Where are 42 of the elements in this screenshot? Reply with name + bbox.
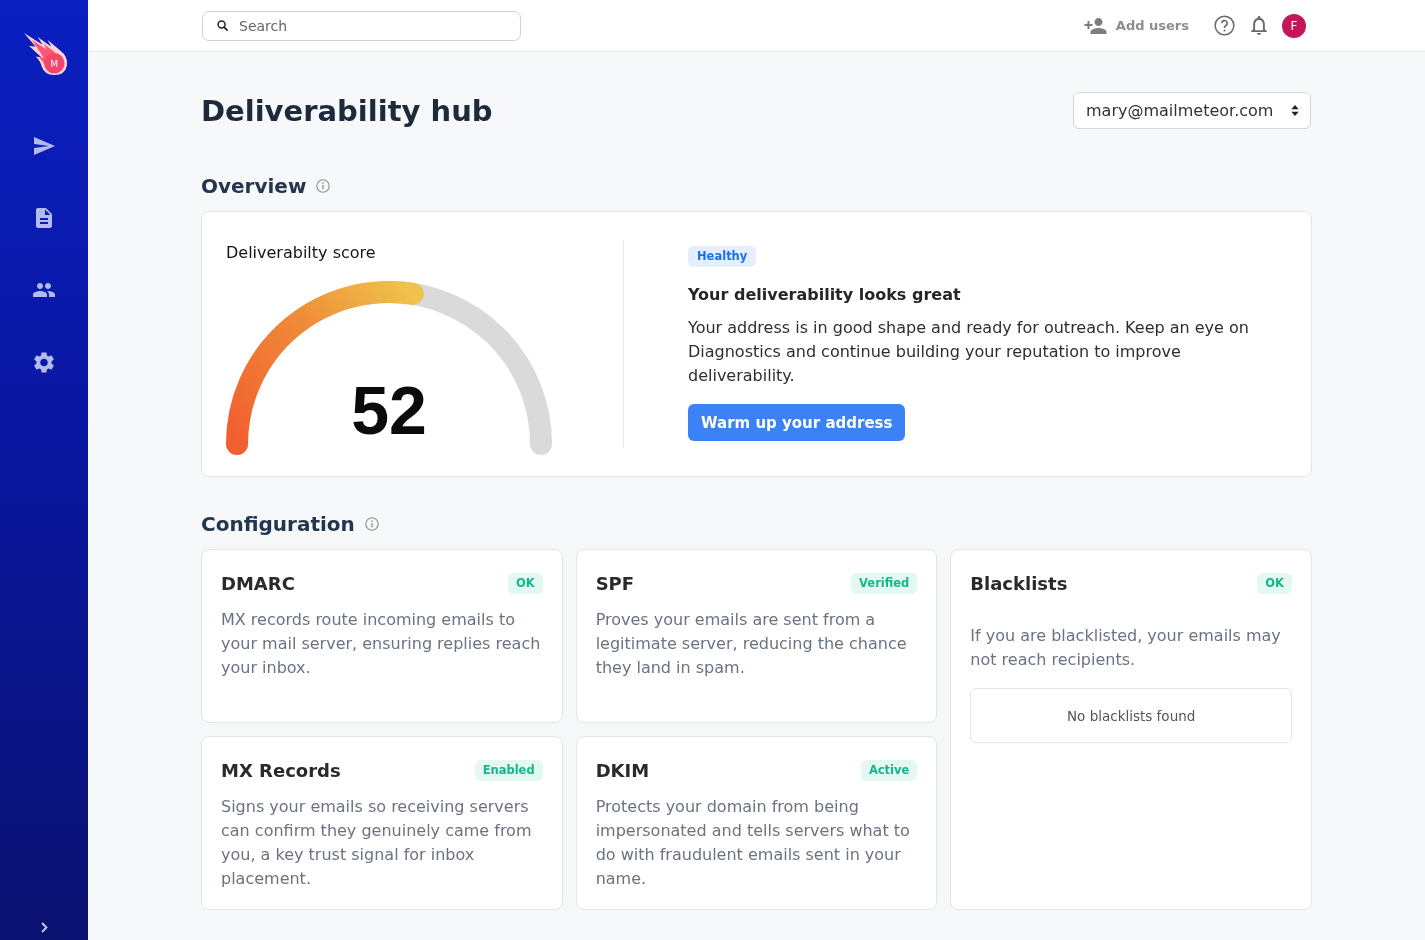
add-users-button[interactable]: Add users <box>1083 17 1189 34</box>
up-down-caret-icon <box>1291 105 1299 116</box>
card-title: DKIM <box>595 759 650 781</box>
search-field[interactable]: Search <box>202 10 521 41</box>
account-select[interactable]: mary@mailmeteor.com <box>1073 92 1311 129</box>
user-avatar[interactable]: F <box>1282 13 1306 38</box>
person-plus-icon <box>1083 17 1107 34</box>
overview-headline: Your deliverability looks great <box>688 284 961 306</box>
overview-text: Your address is in good shape and ready for outreach. Keep an eye on Diagnostics and continue building your reputation to improve deliverability. <box>688 317 1250 387</box>
card-title: Blacklists <box>970 572 1068 594</box>
card-title: SPF <box>595 572 635 594</box>
status-badge: Active <box>860 759 918 781</box>
chevron-right-icon[interactable] <box>40 922 48 933</box>
status-badge: Verified <box>851 572 918 594</box>
page-title: Deliverability hub <box>201 92 493 130</box>
info-icon[interactable] <box>364 517 379 531</box>
status-badge: Healthy <box>688 246 757 267</box>
section-heading: Configuration <box>201 511 355 537</box>
card-description: Proves your emails are sent from a legitimate server, reducing the chance they land in spam. <box>595 609 908 679</box>
document-icon[interactable] <box>36 208 52 228</box>
card-title: MX Records <box>221 759 341 781</box>
meteor-logo[interactable]: M <box>22 32 68 75</box>
score-label: Deliverabilty score <box>226 242 377 264</box>
bell-icon[interactable] <box>1251 16 1267 35</box>
settings-icon[interactable] <box>34 351 54 373</box>
info-icon[interactable] <box>316 179 331 193</box>
score-value: 52 <box>351 376 427 444</box>
people-icon[interactable] <box>33 283 55 297</box>
section-heading: Overview <box>201 173 307 199</box>
search-icon <box>217 19 228 31</box>
status-badge: OK <box>507 572 543 594</box>
card-description: Protects your domain from being impersonated and tells servers what to do with fraudulent emails sent in your name. <box>595 796 911 890</box>
card-description: MX records route incoming emails to your mail server, ensuring replies reach your inbox. <box>221 609 542 679</box>
warm-up-button[interactable]: Warm up your address <box>688 404 906 441</box>
status-badge: Enabled <box>474 759 543 781</box>
result-panel: No blacklists found <box>970 688 1292 743</box>
card-description: If you are blacklisted, your emails may not reach recipients. <box>970 625 1282 671</box>
help-icon[interactable] <box>1214 15 1235 36</box>
send-icon[interactable] <box>33 137 55 155</box>
card-title: DMARC <box>221 572 295 594</box>
card-description: Signs your emails so receiving servers can confirm they genuinely came from you, a key trust signal for inbox placement. <box>221 796 533 890</box>
status-badge: OK <box>1257 572 1292 594</box>
